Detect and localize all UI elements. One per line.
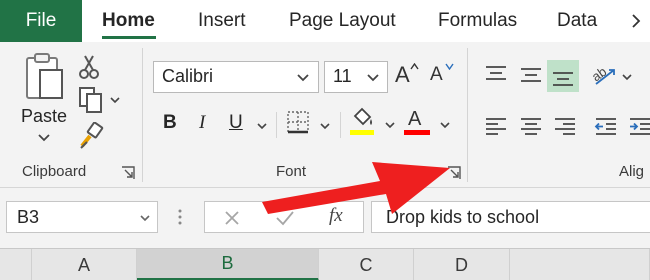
increase-font-size-button[interactable]: A (395, 60, 419, 90)
chevron-down-icon (440, 122, 450, 129)
underline-label: U (229, 112, 243, 133)
column-header-e[interactable] (510, 249, 650, 280)
annotation-arrow-icon (262, 162, 450, 214)
font-separator (276, 112, 277, 138)
tab-insert[interactable]: Insert (198, 0, 246, 42)
font-color-swatch (404, 130, 430, 135)
borders-button[interactable] (286, 110, 334, 138)
cut-icon[interactable] (78, 54, 100, 80)
decrease-indent-icon[interactable] (594, 116, 618, 138)
align-center-icon[interactable] (519, 116, 543, 138)
font-color-button[interactable]: A (404, 106, 452, 138)
column-header-a[interactable]: A (32, 249, 137, 280)
chevron-down-icon (110, 97, 120, 104)
caret-down-icon (445, 63, 454, 70)
align-left-icon[interactable] (484, 116, 508, 138)
orientation-icon: ab (590, 64, 615, 85)
chevron-down-icon (622, 74, 632, 81)
font-name-select[interactable]: Calibri (153, 61, 319, 93)
chevron-down-icon (140, 215, 150, 222)
chevron-down-icon (320, 123, 330, 130)
increase-indent-icon[interactable] (628, 116, 650, 138)
format-painter-icon[interactable] (78, 122, 104, 150)
ribbon-tab-bar: File Home Insert Page Layout Formulas Da… (0, 0, 650, 42)
name-box[interactable]: B3 (6, 201, 158, 233)
orientation-button[interactable]: ab (590, 62, 634, 90)
column-header-c[interactable]: C (319, 249, 414, 280)
tab-scroll-right-icon[interactable] (630, 14, 642, 28)
chevron-down-icon (257, 123, 267, 130)
alignment-group-label: Alig (619, 163, 645, 180)
name-box-value: B3 (17, 207, 40, 227)
decrease-font-size-label: A (430, 64, 443, 85)
active-tab-indicator (102, 36, 156, 39)
tab-file[interactable]: File (0, 0, 82, 42)
align-right-icon[interactable] (553, 116, 577, 138)
top-align-icon[interactable] (484, 64, 508, 84)
increase-font-size-label: A (395, 62, 410, 87)
underline-button[interactable]: U (229, 110, 269, 138)
tab-data[interactable]: Data (557, 0, 597, 42)
fill-color-button[interactable] (349, 106, 397, 138)
paste-label: Paste (21, 106, 68, 126)
middle-align-icon[interactable] (519, 64, 543, 84)
cancel-icon[interactable] (223, 209, 241, 227)
column-header-b[interactable]: B (137, 249, 319, 280)
font-size-value: 11 (333, 66, 352, 86)
chevron-down-icon (367, 74, 379, 82)
font-color-label: A (408, 108, 422, 130)
decrease-font-size-button[interactable]: A (430, 60, 456, 90)
group-divider (467, 48, 468, 182)
chevron-down-icon (297, 74, 309, 82)
clipboard-group-label: Clipboard (22, 163, 87, 180)
copy-icon (79, 87, 102, 113)
tab-formulas[interactable]: Formulas (438, 0, 517, 42)
clipboard-dialog-launcher-icon[interactable] (121, 166, 135, 180)
borders-icon (287, 111, 309, 134)
bold-button[interactable]: B (163, 112, 177, 134)
bottom-align-icon (553, 72, 573, 86)
chevron-down-icon (38, 134, 50, 142)
drag-handle-icon[interactable] (177, 208, 183, 226)
chevron-down-icon (385, 122, 395, 129)
font-separator (340, 112, 341, 138)
bottom-align-button[interactable] (547, 60, 579, 92)
group-divider (142, 48, 143, 182)
caret-up-icon (410, 63, 419, 70)
tab-page-layout[interactable]: Page Layout (289, 0, 396, 42)
font-size-select[interactable]: 11 (324, 61, 388, 93)
copy-button[interactable] (76, 86, 124, 116)
italic-button[interactable]: I (199, 112, 205, 134)
fill-color-icon (350, 107, 374, 135)
paste-button[interactable]: Paste (16, 52, 72, 162)
column-header-d[interactable]: D (414, 249, 510, 280)
column-headers: A B C D (0, 248, 650, 280)
select-all-corner[interactable] (0, 249, 32, 280)
paste-icon (26, 53, 63, 99)
font-name-value: Calibri (162, 66, 214, 86)
